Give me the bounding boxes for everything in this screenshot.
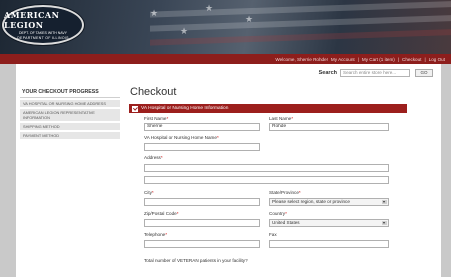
logout-link[interactable]: Log Out [429, 57, 445, 62]
search-go-button[interactable]: GO [415, 69, 433, 77]
star-icon: ★ [150, 8, 159, 18]
zip-label: Zip/Postal Code* [144, 211, 179, 216]
star-icon: ★ [205, 3, 214, 13]
welcome-message: Welcome, Sherrie Rohde! [275, 56, 328, 62]
american-legion-logo[interactable]: AMERICAN LEGION DEPT. OF TAKES WITH NAVY… [2, 5, 84, 45]
sidebar-title: YOUR CHECKOUT PROGRESS [20, 88, 120, 98]
flag-stripe [150, 0, 451, 18]
page-title: Checkout [130, 86, 177, 98]
country-label: Country* [269, 211, 287, 216]
address-line1-field[interactable] [144, 164, 389, 172]
my-account-link[interactable]: My Account [331, 57, 355, 62]
state-selected-value: Please select region, state or province [272, 199, 350, 204]
checkbox-icon [132, 105, 138, 112]
logo-title: AMERICAN LEGION [4, 10, 60, 30]
country-selected-value: United States [272, 220, 300, 225]
zip-field[interactable] [144, 219, 260, 227]
header-banner: ★ ★ ★ ★ AMERICAN LEGION DEPT. OF TAKES W… [0, 0, 451, 54]
logo-subtitle: DEPT. OF TAKES WITH NAVY [18, 31, 68, 35]
city-label: City* [144, 190, 154, 195]
section-title: VA Hospital or Nursing Home Information [141, 106, 229, 111]
search-label: Search [318, 70, 337, 76]
country-select[interactable]: United States [269, 219, 389, 227]
hospital-name-field[interactable] [144, 143, 260, 151]
progress-item-legion-representative[interactable]: AMERICAN LEGION REPRESENTATIVE INFORMATI… [20, 109, 120, 121]
fax-field[interactable] [269, 240, 389, 248]
flag-stripe [150, 14, 451, 32]
fax-label: Fax [269, 232, 277, 237]
star-icon: ★ [245, 14, 254, 24]
flag-stripe [150, 28, 451, 46]
city-field[interactable] [144, 198, 260, 206]
checkout-link[interactable]: Checkout [402, 57, 421, 62]
page-content: Search Search entire store here... GO YO… [16, 64, 441, 277]
progress-item-hospital-address[interactable]: VA HOSPITAL OR NURSING HOME ADDRESS [20, 100, 120, 107]
last-name-field[interactable]: Rohde [269, 123, 389, 131]
my-cart-link[interactable]: My Cart (1 item) [362, 57, 395, 62]
chevron-down-icon [382, 221, 387, 225]
telephone-field[interactable] [144, 240, 260, 248]
telephone-label: Telephone* [144, 232, 167, 237]
first-name-field[interactable]: Sherrie [144, 123, 260, 131]
address-label: Address* [144, 155, 163, 160]
veterans-count-question: Total number of VETERAN patients in your… [144, 258, 248, 263]
top-navigation-bar: Welcome, Sherrie Rohde! My Account | My … [0, 54, 451, 64]
chevron-down-icon [382, 200, 387, 204]
nav-separator: | [424, 56, 426, 62]
search-input[interactable]: Search entire store here... [340, 69, 410, 77]
state-label: State/Province* [269, 190, 301, 195]
hospital-name-label: VA Hospital or Nursing Home Name* [144, 135, 219, 140]
progress-item-shipping-method[interactable]: SHIPPING METHOD [20, 123, 120, 130]
nav-separator: | [357, 56, 359, 62]
progress-item-payment-method[interactable]: PAYMENT METHOD [20, 132, 120, 139]
search-bar: Search Search entire store here... GO [16, 64, 441, 82]
checkout-progress-sidebar: YOUR CHECKOUT PROGRESS VA HOSPITAL OR NU… [20, 88, 120, 141]
state-select[interactable]: Please select region, state or province [269, 198, 389, 206]
nav-separator: | [397, 56, 400, 62]
address-line2-field[interactable] [144, 176, 389, 184]
first-name-label: First Name* [144, 116, 169, 121]
logo-department: DEPARTMENT OF ILLINOIS [17, 36, 69, 40]
section-header[interactable]: VA Hospital or Nursing Home Information [129, 104, 407, 113]
last-name-label: Last Name* [269, 116, 294, 121]
star-icon: ★ [180, 26, 189, 36]
